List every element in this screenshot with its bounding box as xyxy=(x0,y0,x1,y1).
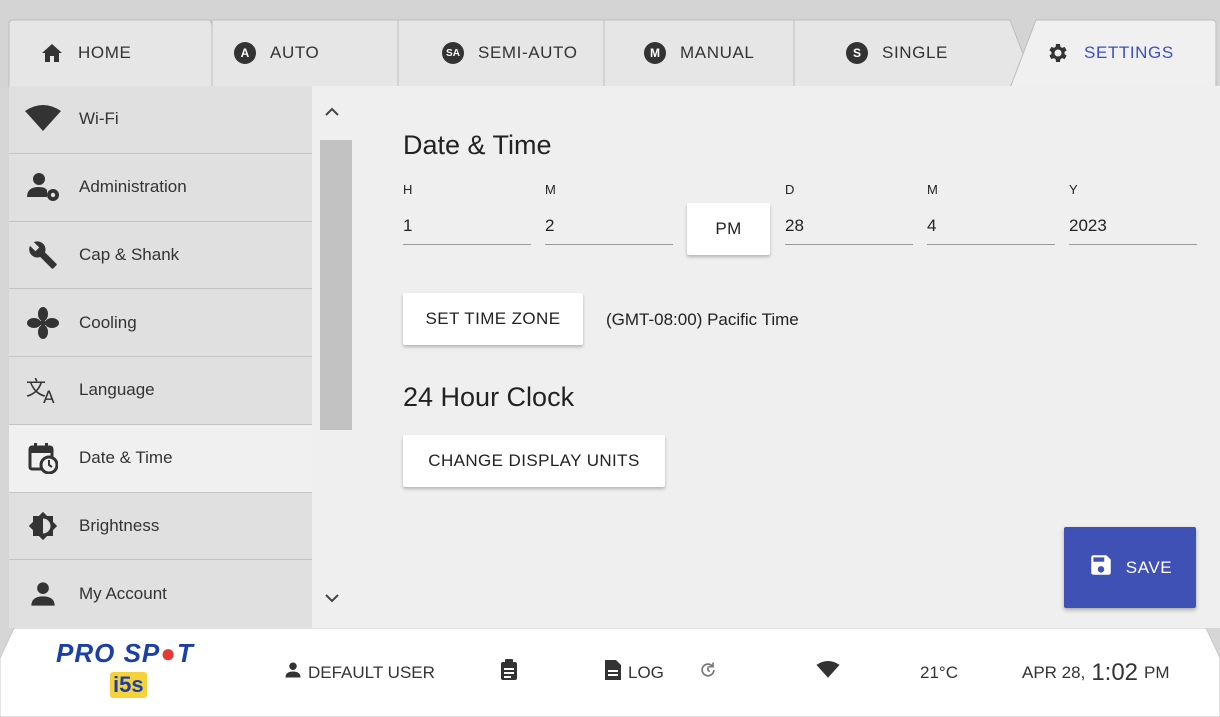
sidebar-item-label: Administration xyxy=(79,177,187,197)
save-label: SAVE xyxy=(1125,557,1173,577)
wifi-status[interactable] xyxy=(816,628,840,717)
calendar-clock-icon xyxy=(25,440,61,476)
tab-manual[interactable]: M MANUAL xyxy=(644,20,754,86)
sidebar-item-my-account[interactable]: My Account xyxy=(9,560,312,628)
minute-label: M xyxy=(545,182,556,197)
wifi-icon xyxy=(816,661,840,684)
hour-label: H xyxy=(403,182,413,197)
clipboard-button[interactable] xyxy=(500,628,518,717)
settings-sidebar: Wi-Fi Administration Cap & Shank Cooling… xyxy=(9,86,312,628)
current-ampm: PM xyxy=(1144,662,1170,682)
current-time: 1:02 xyxy=(1091,658,1139,686)
minute-value: 2 xyxy=(545,216,555,235)
month-value: 4 xyxy=(927,216,937,235)
floppy-disk-icon xyxy=(1088,552,1114,583)
tab-auto[interactable]: A AUTO xyxy=(234,20,319,86)
wrench-icon xyxy=(25,237,61,273)
save-button[interactable]: SAVE xyxy=(1064,527,1196,608)
sidebar-item-date-time[interactable]: Date & Time xyxy=(9,424,312,493)
status-bar: PRO SP●T i5s DEFAULT USER LOG 21°C APR 2… xyxy=(0,628,1220,717)
temperature-readout: 21°C xyxy=(920,662,958,682)
sync-status[interactable] xyxy=(698,628,718,717)
time-zone-value: (GMT-08:00) Pacific Time xyxy=(606,310,799,329)
tab-bar: HOME A AUTO SA SEMI-AUTO M MANUAL S SING… xyxy=(0,0,1220,88)
manual-badge-icon: M xyxy=(644,42,666,64)
date-time-readout: APR 28, 1:02 PM xyxy=(1022,628,1170,717)
user-name: DEFAULT USER xyxy=(308,662,435,682)
sidebar-item-language[interactable]: 文 A Language xyxy=(9,357,312,425)
hour-value: 1 xyxy=(403,216,413,235)
tab-auto-label: AUTO xyxy=(270,43,320,62)
sidebar-item-label: Language xyxy=(79,380,155,400)
svg-text:A: A xyxy=(43,388,55,405)
sidebar-item-label: Brightness xyxy=(79,515,160,535)
tab-settings[interactable]: SETTINGS xyxy=(1046,20,1174,86)
tab-settings-label: SETTINGS xyxy=(1084,43,1174,62)
gear-icon xyxy=(1046,41,1070,65)
semi-auto-badge-icon: SA xyxy=(442,42,464,64)
logo-sub-text: i5s xyxy=(110,672,147,698)
sidebar-item-wifi[interactable]: Wi-Fi xyxy=(9,86,312,154)
log-button[interactable]: LOG xyxy=(604,628,664,717)
auto-badge-icon: A xyxy=(234,42,256,64)
sidebar-item-label: Cap & Shank xyxy=(79,244,180,264)
chevron-down-icon[interactable] xyxy=(320,586,344,610)
page-title: Date & Time xyxy=(403,130,552,160)
tab-single[interactable]: S SINGLE xyxy=(846,20,948,86)
day-label: D xyxy=(785,182,795,197)
single-badge-icon: S xyxy=(846,42,868,64)
chevron-up-icon[interactable] xyxy=(320,100,344,124)
settings-content: Date & Time H 1 M 2 PM D 28 M 4 Y 2023 S… xyxy=(352,86,1220,628)
year-value: 2023 xyxy=(1069,216,1107,235)
refresh-icon xyxy=(698,660,718,685)
hour-field[interactable]: H 1 xyxy=(403,182,531,245)
current-date: APR 28, xyxy=(1022,662,1086,682)
minute-field[interactable]: M 2 xyxy=(545,182,673,245)
sidebar-item-label: Cooling xyxy=(79,312,137,332)
clipboard-icon xyxy=(500,659,518,686)
tab-semi-auto-label: SEMI-AUTO xyxy=(478,43,578,62)
set-time-zone-button[interactable]: SET TIME ZONE xyxy=(403,293,583,345)
home-icon xyxy=(40,41,64,65)
tab-shapes xyxy=(8,19,1217,88)
day-value: 28 xyxy=(785,216,804,235)
tab-home[interactable]: HOME xyxy=(40,20,131,86)
admin-user-gear-icon xyxy=(25,169,61,205)
sidebar-item-label: Date & Time xyxy=(79,448,173,468)
year-label: Y xyxy=(1069,182,1078,197)
month-field[interactable]: M 4 xyxy=(927,182,1055,245)
person-icon xyxy=(284,661,302,684)
fan-icon xyxy=(25,305,61,341)
clock-format-title: 24 Hour Clock xyxy=(403,382,575,412)
person-icon xyxy=(25,576,61,612)
sidebar-scroll-column xyxy=(312,86,354,628)
scrollbar-thumb[interactable] xyxy=(320,140,354,430)
sidebar-item-cap-shank[interactable]: Cap & Shank xyxy=(9,222,312,290)
tab-semi-auto[interactable]: SA SEMI-AUTO xyxy=(442,20,578,86)
log-label: LOG xyxy=(628,662,664,682)
sidebar-item-label: Wi-Fi xyxy=(79,109,119,129)
year-field[interactable]: Y 2023 xyxy=(1069,182,1197,245)
sidebar-item-label: My Account xyxy=(79,584,167,604)
brightness-icon xyxy=(25,508,61,544)
document-icon xyxy=(604,659,622,686)
tab-single-label: SINGLE xyxy=(882,43,948,62)
logo-text: PRO SP●T xyxy=(56,638,194,668)
month-label: M xyxy=(927,182,938,197)
am-pm-toggle-button[interactable]: PM xyxy=(687,203,770,255)
sidebar-item-cooling[interactable]: Cooling xyxy=(9,289,312,357)
current-user[interactable]: DEFAULT USER xyxy=(284,628,435,717)
tab-manual-label: MANUAL xyxy=(680,43,755,62)
sidebar-item-brightness[interactable]: Brightness xyxy=(9,493,312,561)
translate-icon: 文 A xyxy=(25,372,61,408)
sidebar-item-administration[interactable]: Administration xyxy=(9,154,312,222)
change-display-units-button[interactable]: CHANGE DISPLAY UNITS xyxy=(403,435,665,487)
pro-spot-logo: PRO SP●T i5s xyxy=(56,638,226,704)
day-field[interactable]: D 28 xyxy=(785,182,913,245)
tab-home-label: HOME xyxy=(78,43,132,62)
wifi-icon xyxy=(25,101,61,137)
